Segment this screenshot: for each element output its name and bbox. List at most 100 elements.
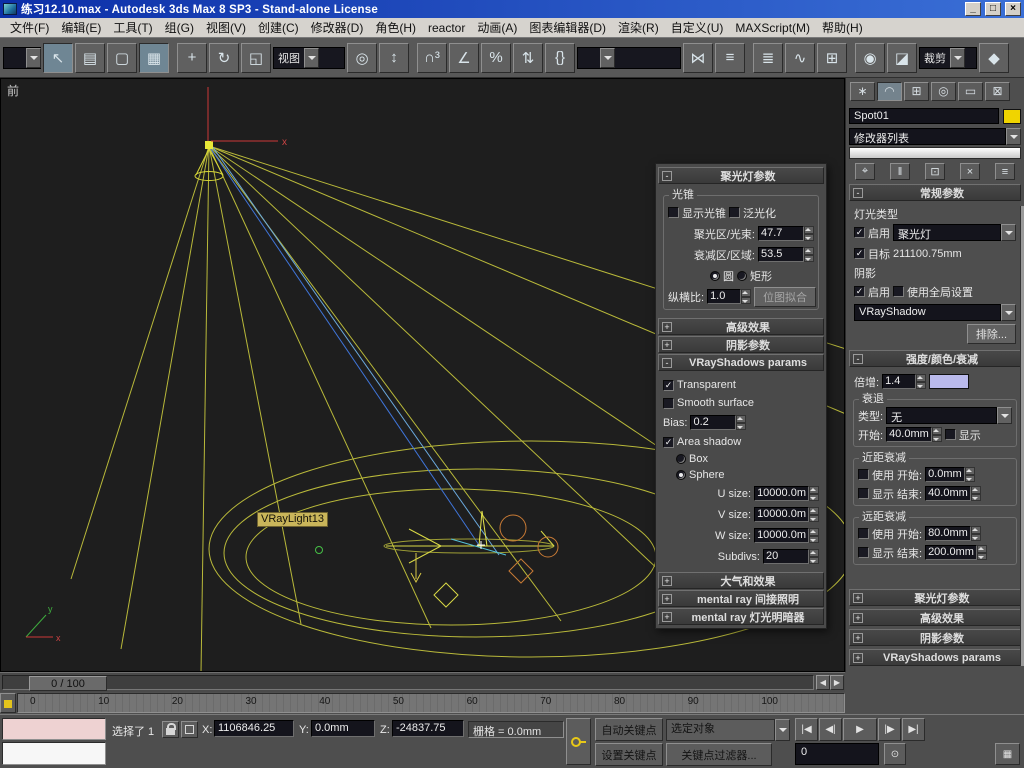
spinner-arrows-icon[interactable]	[809, 486, 819, 501]
time-slider-next-arrow[interactable]: ▶	[830, 675, 844, 690]
decay-type-dropdown[interactable]: 无	[886, 407, 1012, 424]
spinner-arrows-icon[interactable]	[965, 467, 975, 482]
menu-group[interactable]: 组(G)	[159, 17, 200, 38]
rollout-vrayshadows-collapsed[interactable]: + VRayShadows params	[849, 649, 1021, 666]
minimize-button[interactable]: _	[965, 2, 981, 16]
selection-region-button[interactable]: ▢	[107, 43, 137, 73]
rollout-mentalray-shader[interactable]: + mental ray 灯光明暗器	[658, 608, 824, 625]
panel-scrollbar[interactable]	[1020, 206, 1024, 666]
decay-show-checkbox[interactable]	[945, 429, 956, 440]
modifier-stack-list[interactable]	[849, 147, 1021, 159]
y-coordinate-field[interactable]: 0.0mm	[311, 720, 375, 737]
dropdown-arrow-icon[interactable]	[1001, 304, 1016, 321]
play-button[interactable]: ▶	[843, 718, 877, 741]
make-unique-button[interactable]: ⊡	[925, 163, 945, 180]
angle-snap-button[interactable]: ∠	[449, 43, 479, 73]
remove-modifier-button[interactable]: ×	[960, 163, 980, 180]
select-and-scale-button[interactable]: ◱	[241, 43, 271, 73]
create-tab[interactable]: ∗	[850, 82, 875, 101]
quick-render-button[interactable]: ◆	[979, 43, 1009, 73]
select-and-manipulate-button[interactable]: ↕	[379, 43, 409, 73]
falloff-spinner[interactable]: 53.5	[758, 247, 814, 262]
spinner-arrows-icon[interactable]	[804, 226, 814, 241]
maxscript-mini-listener-line[interactable]	[2, 742, 106, 765]
time-slider-handle[interactable]: 0 / 100	[29, 676, 107, 691]
dropdown-arrow-icon[interactable]	[304, 48, 319, 68]
light-color-swatch[interactable]	[929, 374, 969, 389]
x-coordinate-field[interactable]: 1106846.25	[214, 720, 294, 737]
percent-snap-button[interactable]: %	[481, 43, 511, 73]
spinner-arrows-icon[interactable]	[809, 549, 819, 564]
shadow-type-dropdown[interactable]: VRayShadow	[854, 304, 1016, 321]
far-start-spinner[interactable]: 80.0mm	[925, 526, 981, 541]
rollout-advanced-effects[interactable]: + 高级效果	[658, 318, 824, 335]
window-crossing-button[interactable]: ▦	[139, 43, 169, 73]
spinner-arrows-icon[interactable]	[809, 528, 819, 543]
time-configuration-button[interactable]: ⊙	[884, 743, 906, 765]
spinner-arrows-icon[interactable]	[804, 247, 814, 262]
previous-frame-button[interactable]: ◀|	[819, 718, 842, 741]
dropdown-arrow-icon[interactable]	[950, 48, 965, 68]
rollout-mentalray-indirect[interactable]: + mental ray 间接照明	[658, 590, 824, 607]
smooth-surface-checkbox[interactable]	[663, 398, 674, 409]
selection-lock-button[interactable]	[162, 721, 179, 738]
near-start-spinner[interactable]: 0.0mm	[925, 467, 975, 482]
material-editor-button[interactable]: ◉	[855, 43, 885, 73]
shadow-enable-checkbox[interactable]: ✓	[854, 286, 865, 297]
display-tab[interactable]: ▭	[958, 82, 983, 101]
set-key-big-button[interactable]	[566, 718, 591, 765]
menu-maxscript[interactable]: MAXScript(M)	[729, 19, 816, 37]
menu-create[interactable]: 创建(C)	[252, 17, 305, 38]
object-name-field[interactable]: Spot01	[849, 108, 999, 124]
pin-stack-button[interactable]: ⌖	[855, 163, 875, 180]
maximize-button[interactable]: □	[985, 2, 1001, 16]
near-end-spinner[interactable]: 40.0mm	[925, 486, 981, 501]
menu-views[interactable]: 视图(V)	[200, 17, 252, 38]
render-scene-button[interactable]: ◪	[887, 43, 917, 73]
rectangle-radio[interactable]	[737, 271, 747, 281]
box-radio[interactable]	[676, 454, 686, 464]
target-checkbox[interactable]: ✓	[854, 248, 865, 259]
utilities-tab[interactable]: ⊠	[985, 82, 1010, 101]
reference-coordinate-dropdown[interactable]: 视图	[273, 47, 345, 69]
rollout-shadow-parameters[interactable]: + 阴影参数	[658, 336, 824, 353]
go-to-end-button[interactable]: ▶|	[902, 718, 925, 741]
rollout-intensity[interactable]: - 强度/颜色/衰减	[849, 350, 1021, 367]
time-slider-track[interactable]: 0 / 100	[2, 675, 814, 690]
maxscript-mini-listener-macro-line[interactable]	[2, 718, 106, 740]
track-bar-key-box[interactable]	[0, 693, 16, 713]
rollout-spotlight-parameters[interactable]: - 聚光灯参数	[658, 167, 824, 184]
area-shadow-checkbox[interactable]: ✓	[663, 437, 674, 448]
light-enable-checkbox[interactable]: ✓	[854, 227, 865, 238]
menu-help[interactable]: 帮助(H)	[816, 17, 869, 38]
render-type-dropdown[interactable]: 裁剪	[919, 47, 977, 69]
decay-start-spinner[interactable]: 40.0mm	[886, 427, 942, 442]
light-type-dropdown[interactable]: 聚光灯	[893, 224, 1016, 241]
spinner-arrows-icon[interactable]	[971, 486, 981, 501]
rollout-shadow-parameters-collapsed[interactable]: + 阴影参数	[849, 629, 1021, 646]
overshoot-checkbox[interactable]	[729, 207, 740, 218]
align-button[interactable]: ≡	[715, 43, 745, 73]
selection-set-dropdown[interactable]: 选定对象	[666, 719, 790, 741]
near-use-checkbox[interactable]	[858, 469, 869, 480]
bias-spinner[interactable]: 0.2	[690, 415, 746, 430]
motion-tab[interactable]: ◎	[931, 82, 956, 101]
menu-reactor[interactable]: reactor	[422, 19, 471, 37]
dropdown-arrow-icon[interactable]	[997, 407, 1012, 424]
spinner-arrows-icon[interactable]	[741, 289, 751, 304]
schematic-view-button[interactable]: ⊞	[817, 43, 847, 73]
select-by-name-button[interactable]: ▤	[75, 43, 105, 73]
named-selection-sets-dropdown[interactable]	[577, 47, 681, 69]
spinner-arrows-icon[interactable]	[809, 507, 819, 522]
show-end-result-button[interactable]: ‖	[890, 163, 910, 180]
exclude-button[interactable]: 排除...	[967, 324, 1016, 344]
far-show-checkbox[interactable]	[858, 547, 869, 558]
spinner-snap-button[interactable]: ⇅	[513, 43, 543, 73]
configure-modifier-sets-button[interactable]: ≡	[995, 163, 1015, 180]
object-color-swatch[interactable]	[1003, 109, 1021, 124]
go-to-start-button[interactable]: |◀	[795, 718, 818, 741]
menu-file[interactable]: 文件(F)	[4, 17, 55, 38]
mirror-button[interactable]: ⋈	[683, 43, 713, 73]
bitmap-fit-button[interactable]: 位图拟合	[754, 287, 816, 307]
menu-customize[interactable]: 自定义(U)	[665, 17, 730, 38]
